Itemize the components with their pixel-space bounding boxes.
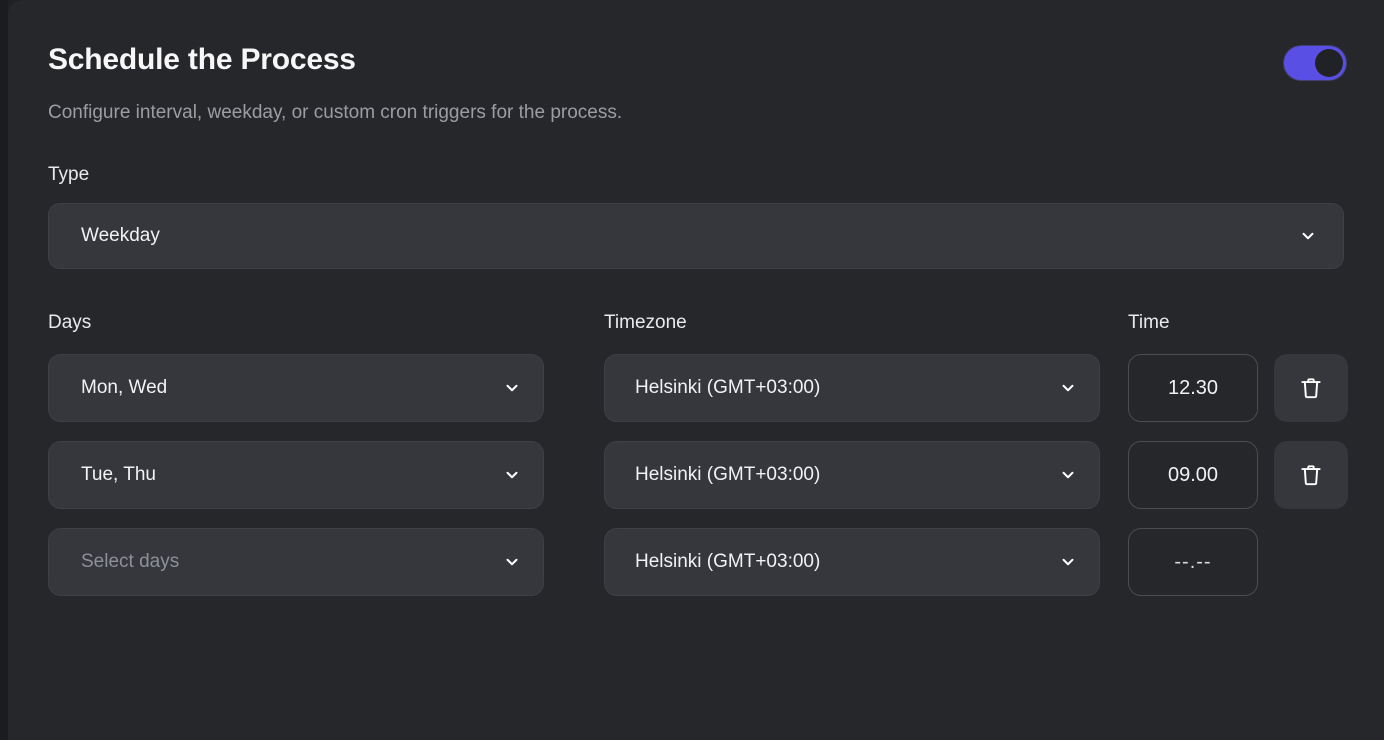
chevron-down-icon [1059, 466, 1077, 484]
toggle-knob [1315, 49, 1343, 77]
column-header-time: Time [1128, 312, 1170, 333]
timezone-select[interactable]: Helsinki (GMT+03:00) [604, 528, 1100, 596]
days-select[interactable]: Tue, Thu [48, 441, 544, 509]
column-header-days: Days [48, 312, 92, 333]
delete-row-button[interactable] [1274, 441, 1348, 509]
time-input[interactable] [1128, 441, 1258, 509]
days-select[interactable]: Select days [48, 528, 544, 596]
timezone-select[interactable]: Helsinki (GMT+03:00) [604, 354, 1100, 422]
days-select-value: Select days [81, 551, 180, 572]
schedule-process-screen: Schedule the Process Configure interval,… [0, 0, 1384, 740]
column-header-timezone: Timezone [604, 312, 687, 333]
table-column-headers: Days Timezone Time [48, 311, 1348, 335]
panel-subtitle: Configure interval, weekday, or custom c… [48, 102, 623, 123]
timezone-select-value: Helsinki (GMT+03:00) [635, 551, 821, 572]
days-select-value: Mon, Wed [81, 377, 168, 398]
chevron-down-icon [1299, 227, 1317, 245]
left-rail [0, 0, 8, 740]
type-label: Type [48, 164, 90, 185]
chevron-down-icon [503, 379, 521, 397]
chevron-down-icon [1059, 379, 1077, 397]
chevron-down-icon [1059, 553, 1077, 571]
chevron-down-icon [503, 553, 521, 571]
table-row: Mon, Wed Helsinki (GMT+03:00) [48, 354, 1348, 422]
page-title: Schedule the Process [48, 43, 356, 76]
delete-row-button[interactable] [1274, 354, 1348, 422]
table-row: Tue, Thu Helsinki (GMT+03:00) [48, 441, 1348, 509]
schedule-panel: Schedule the Process Configure interval,… [8, 0, 1384, 740]
type-select-value: Weekday [81, 225, 160, 246]
chevron-down-icon [503, 466, 521, 484]
days-select-value: Tue, Thu [81, 464, 156, 485]
time-input[interactable] [1128, 354, 1258, 422]
timezone-select[interactable]: Helsinki (GMT+03:00) [604, 441, 1100, 509]
time-input[interactable] [1128, 528, 1258, 596]
timezone-select-value: Helsinki (GMT+03:00) [635, 377, 821, 398]
days-select[interactable]: Mon, Wed [48, 354, 544, 422]
timezone-select-value: Helsinki (GMT+03:00) [635, 464, 821, 485]
panel-header: Schedule the Process [48, 42, 1348, 80]
enable-schedule-toggle[interactable] [1284, 46, 1346, 80]
trash-icon [1298, 375, 1324, 401]
type-select[interactable]: Weekday [48, 203, 1344, 269]
table-row: Select days Helsinki (GMT+03:00) [48, 528, 1348, 596]
trash-icon [1298, 462, 1324, 488]
